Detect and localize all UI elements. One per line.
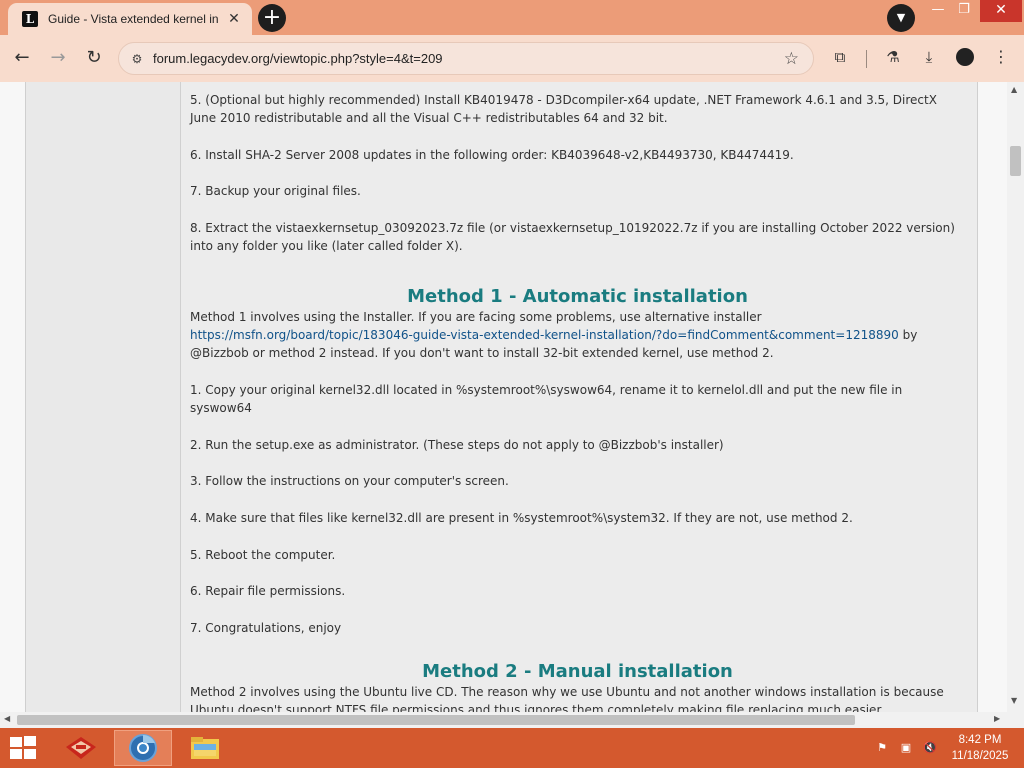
extensions-puzzle-icon[interactable]: ⧉ (829, 46, 851, 68)
volume-muted-icon[interactable]: 🔇 (922, 740, 938, 756)
method1-step: 6. Repair file permissions. (190, 584, 346, 599)
post-profile-column (25, 82, 181, 712)
windows-taskbar: ⚑ ▣ 🔇 8:42 PM 11/18/2025 (0, 728, 1024, 768)
url-text[interactable]: forum.legacydev.org/viewtopic.php?style=… (153, 51, 443, 66)
browser-toolbar: ← → ↻ ⚙ forum.legacydev.org/viewtopic.ph… (0, 35, 1024, 82)
vertical-scroll-thumb[interactable] (1010, 146, 1021, 176)
post-body: 5. (Optional but highly recommended) Ins… (190, 91, 965, 712)
forward-arrow-icon[interactable]: → (45, 45, 71, 71)
window-close-button[interactable]: ✕ (980, 0, 1022, 22)
browser-tab-active[interactable]: L Guide - Vista extended kernel in ✕ (8, 3, 252, 35)
vertical-scrollbar[interactable]: ▲ ▼ (1007, 82, 1024, 712)
download-icon[interactable]: ⤓ (918, 46, 940, 68)
network-icon[interactable]: ▣ (898, 740, 914, 756)
site-favicon-icon: L (22, 11, 38, 27)
browser-menu-icon[interactable]: ⋮ (990, 46, 1012, 68)
alternative-installer-link[interactable]: https://msfn.org/board/topic/183046-guid… (190, 328, 899, 342)
forum-post: 5. (Optional but highly recommended) Ins… (181, 82, 978, 712)
scrollbar-corner (1007, 712, 1024, 728)
scroll-down-arrow-icon[interactable]: ▼ (1011, 696, 1017, 705)
method1-heading: Method 1 - Automatic installation (407, 285, 748, 307)
system-clock[interactable]: 8:42 PM 11/18/2025 (942, 732, 1018, 764)
profile-avatar-icon[interactable] (956, 48, 974, 66)
method1-step: 3. Follow the instructions on your compu… (190, 474, 509, 489)
method1-step: 2. Run the setup.exe as administrator. (… (190, 437, 724, 452)
step-backup: 7. Backup your original files. (190, 184, 361, 199)
step-optional-install: 5. (Optional but highly recommended) Ins… (190, 93, 937, 126)
step-sha2-updates: 6. Install SHA-2 Server 2008 updates in … (190, 147, 794, 162)
horizontal-scrollbar[interactable]: ◀ ▶ (0, 712, 1007, 728)
method1-step: 5. Reboot the computer. (190, 547, 336, 562)
taskbar-file-explorer-icon[interactable] (176, 730, 234, 766)
method1-step: 1. Copy your original kernel32.dll locat… (190, 382, 903, 416)
tab-title: Guide - Vista extended kernel in (48, 12, 219, 26)
new-tab-button[interactable]: + (258, 4, 286, 32)
labs-flask-icon[interactable]: ⚗ (882, 46, 904, 68)
clock-time: 8:42 PM (958, 734, 1002, 746)
browser-title-bar: L Guide - Vista extended kernel in ✕ + ▼… (0, 0, 1024, 35)
scroll-up-arrow-icon[interactable]: ▲ (1011, 85, 1017, 94)
bookmark-star-icon[interactable]: ☆ (784, 49, 799, 69)
page-viewport: 5. (Optional but highly recommended) Ins… (0, 82, 1007, 712)
action-center-flag-icon[interactable]: ⚑ (874, 740, 890, 756)
taskbar-app-red-icon[interactable] (52, 730, 110, 766)
method1-step: 4. Make sure that files like kernel32.dl… (190, 510, 853, 525)
method2-intro: Method 2 involves using the Ubuntu live … (190, 685, 944, 712)
scroll-left-arrow-icon[interactable]: ◀ (4, 714, 10, 723)
back-arrow-icon[interactable]: ← (9, 45, 35, 71)
window-restore-button[interactable]: ❐ (948, 0, 980, 22)
clock-date: 11/18/2025 (951, 750, 1009, 762)
tab-search-chevron-icon[interactable]: ▼ (887, 4, 915, 32)
step-extract: 8. Extract the vistaexkernsetup_03092023… (190, 221, 955, 254)
reload-icon[interactable]: ↻ (81, 45, 107, 71)
start-windows-icon[interactable] (10, 736, 38, 760)
method1-intro: Method 1 involves using the Installer. I… (190, 308, 965, 363)
scroll-right-arrow-icon[interactable]: ▶ (994, 714, 1000, 723)
taskbar-chrome-icon[interactable] (114, 730, 172, 766)
method2-heading: Method 2 - Manual installation (422, 661, 733, 683)
tab-close-icon[interactable]: ✕ (226, 11, 242, 27)
method1-intro-text: Method 1 involves using the Installer. I… (190, 309, 762, 324)
toolbar-separator (866, 50, 867, 68)
method1-step: 7. Congratulations, enjoy (190, 620, 342, 635)
site-info-icon[interactable]: ⚙ (129, 51, 145, 67)
address-bar[interactable]: ⚙ forum.legacydev.org/viewtopic.php?styl… (118, 42, 814, 75)
horizontal-scroll-thumb[interactable] (17, 715, 855, 725)
